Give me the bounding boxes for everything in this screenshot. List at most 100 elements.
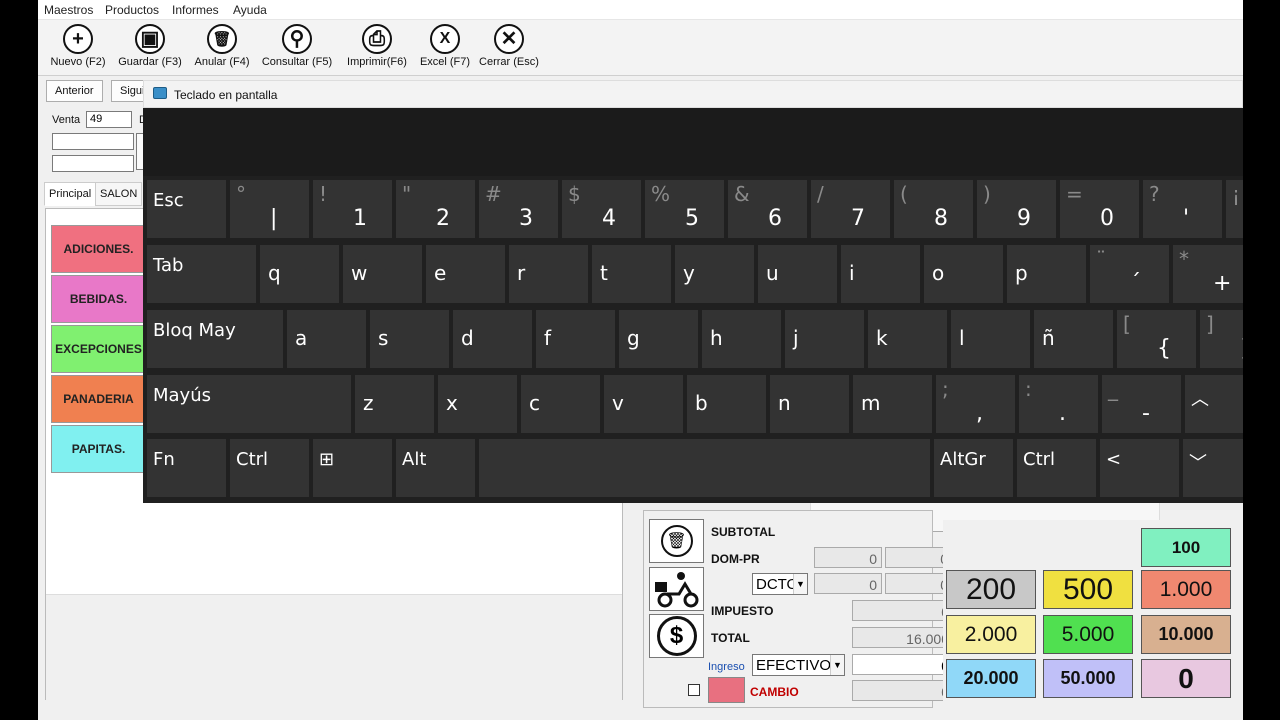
tab-salon[interactable]: SALON: [95, 182, 143, 206]
key-0-4[interactable]: #3: [478, 179, 559, 239]
category-excepciones[interactable]: EXCEPCIONES: [51, 325, 146, 373]
key-3-8[interactable]: ;,: [935, 374, 1016, 434]
key-4-8[interactable]: ﹀: [1182, 438, 1243, 498]
payment-method-select[interactable]: EFECTIVO ▼: [752, 654, 845, 676]
key-2-2[interactable]: s: [369, 309, 450, 369]
bill-200[interactable]: 200: [946, 570, 1036, 609]
key-1-9[interactable]: o: [923, 244, 1004, 304]
key-3-9[interactable]: :.: [1018, 374, 1099, 434]
ingreso-field[interactable]: 0: [852, 654, 954, 675]
key-3-11[interactable]: ︿: [1184, 374, 1243, 434]
delivery-icon-button[interactable]: [649, 567, 704, 611]
key-3-10[interactable]: _ -: [1101, 374, 1182, 434]
key-4-2[interactable]: ⊞: [312, 438, 393, 498]
key-1-11[interactable]: ¨ ´: [1089, 244, 1170, 304]
key-3-5[interactable]: b: [686, 374, 767, 434]
customer-field-2[interactable]: [52, 155, 134, 172]
void-button[interactable]: 🗑 Anular (F4): [190, 24, 254, 68]
key-2-5[interactable]: g: [618, 309, 699, 369]
key-0-10[interactable]: ) 9: [976, 179, 1057, 239]
bill-100[interactable]: 100: [1141, 528, 1231, 567]
delete-icon-button[interactable]: 🗑: [649, 519, 704, 563]
key-1-0[interactable]: Tab: [146, 244, 257, 304]
key-3-3[interactable]: c: [520, 374, 601, 434]
bill-500[interactable]: 500: [1043, 570, 1133, 609]
key-2-7[interactable]: j: [784, 309, 865, 369]
key-0-8[interactable]: /7: [810, 179, 891, 239]
key-4-5[interactable]: AltGr: [933, 438, 1014, 498]
key-2-0[interactable]: Bloq May: [146, 309, 284, 369]
key-0-12[interactable]: ? ': [1142, 179, 1223, 239]
key-1-4[interactable]: r: [508, 244, 589, 304]
key-0-1[interactable]: ° |: [229, 179, 310, 239]
key-1-1[interactable]: q: [259, 244, 340, 304]
category-papitas[interactable]: PAPITAS.: [51, 425, 146, 473]
key-3-4[interactable]: v: [603, 374, 684, 434]
dompr-value-1[interactable]: 0: [814, 547, 882, 568]
menu-productos[interactable]: Productos: [105, 3, 159, 17]
key-0-0[interactable]: Esc: [146, 179, 227, 239]
key-0-3[interactable]: " 2: [395, 179, 476, 239]
key-0-2[interactable]: ! 1: [312, 179, 393, 239]
key-3-7[interactable]: m: [852, 374, 933, 434]
bill-10000[interactable]: 10.000: [1141, 615, 1231, 654]
save-button[interactable]: ▣ Guardar (F3): [116, 24, 184, 68]
change-checkbox[interactable]: [688, 684, 700, 696]
category-adiciones[interactable]: ADICIONES.: [51, 225, 146, 273]
key-1-7[interactable]: u: [757, 244, 838, 304]
key-2-4[interactable]: f: [535, 309, 616, 369]
discount-select[interactable]: DCTO ▼: [752, 573, 808, 595]
key-3-0[interactable]: Mayús: [146, 374, 352, 434]
key-1-3[interactable]: e: [425, 244, 506, 304]
key-0-9[interactable]: (8: [893, 179, 974, 239]
key-4-7[interactable]: <: [1099, 438, 1180, 498]
key-1-8[interactable]: i: [840, 244, 921, 304]
menu-informes[interactable]: Informes: [172, 3, 219, 17]
key-4-4[interactable]: [478, 438, 931, 498]
key-1-5[interactable]: t: [591, 244, 672, 304]
key-2-8[interactable]: k: [867, 309, 948, 369]
print-button[interactable]: ⎙ Imprimir(F6): [342, 24, 412, 68]
venta-field[interactable]: 49: [86, 111, 132, 128]
key-4-1[interactable]: Ctrl: [229, 438, 310, 498]
close-button[interactable]: ✕ Cerrar (Esc): [478, 24, 540, 68]
key-4-6[interactable]: Ctrl: [1016, 438, 1097, 498]
key-0-11[interactable]: = 0: [1059, 179, 1140, 239]
key-2-11[interactable]: [{: [1116, 309, 1197, 369]
bill-50000[interactable]: 50.000: [1043, 659, 1133, 698]
key-4-3[interactable]: Alt: [395, 438, 476, 498]
payment-icon-button[interactable]: $: [649, 614, 704, 658]
previous-button[interactable]: Anterior: [46, 80, 103, 102]
key-3-6[interactable]: n: [769, 374, 850, 434]
query-button[interactable]: ⚲ Consultar (F5): [259, 24, 335, 68]
excel-button[interactable]: X Excel (F7): [418, 24, 472, 68]
bill-1000[interactable]: 1.000: [1141, 570, 1231, 609]
key-2-1[interactable]: a: [286, 309, 367, 369]
key-0-6[interactable]: % 5: [644, 179, 725, 239]
key-2-10[interactable]: ñ: [1033, 309, 1114, 369]
key-0-5[interactable]: $4: [561, 179, 642, 239]
key-3-1[interactable]: z: [354, 374, 435, 434]
key-1-12[interactable]: * +: [1172, 244, 1243, 304]
key-2-3[interactable]: d: [452, 309, 533, 369]
key-1-2[interactable]: w: [342, 244, 423, 304]
key-0-7[interactable]: & 6: [727, 179, 808, 239]
key-2-12[interactable]: ]}: [1199, 309, 1243, 369]
key-1-10[interactable]: p: [1006, 244, 1087, 304]
key-3-2[interactable]: x: [437, 374, 518, 434]
key-1-6[interactable]: y: [674, 244, 755, 304]
bill-2000[interactable]: 2.000: [946, 615, 1036, 654]
key-2-6[interactable]: h: [701, 309, 782, 369]
key-4-0[interactable]: Fn: [146, 438, 227, 498]
discount-value-1[interactable]: 0: [814, 573, 882, 594]
key-0-13[interactable]: ¡: [1225, 179, 1243, 239]
menu-maestros[interactable]: Maestros: [44, 3, 93, 17]
key-2-9[interactable]: l: [950, 309, 1031, 369]
new-button[interactable]: + Nuevo (F2): [46, 24, 110, 68]
category-bebidas[interactable]: BEBIDAS.: [51, 275, 146, 323]
bill-0[interactable]: 0: [1141, 659, 1231, 698]
bill-20000[interactable]: 20.000: [946, 659, 1036, 698]
category-panaderia[interactable]: PANADERIA: [51, 375, 146, 423]
customer-field-1[interactable]: [52, 133, 134, 150]
tab-principal[interactable]: Principal: [44, 182, 97, 206]
